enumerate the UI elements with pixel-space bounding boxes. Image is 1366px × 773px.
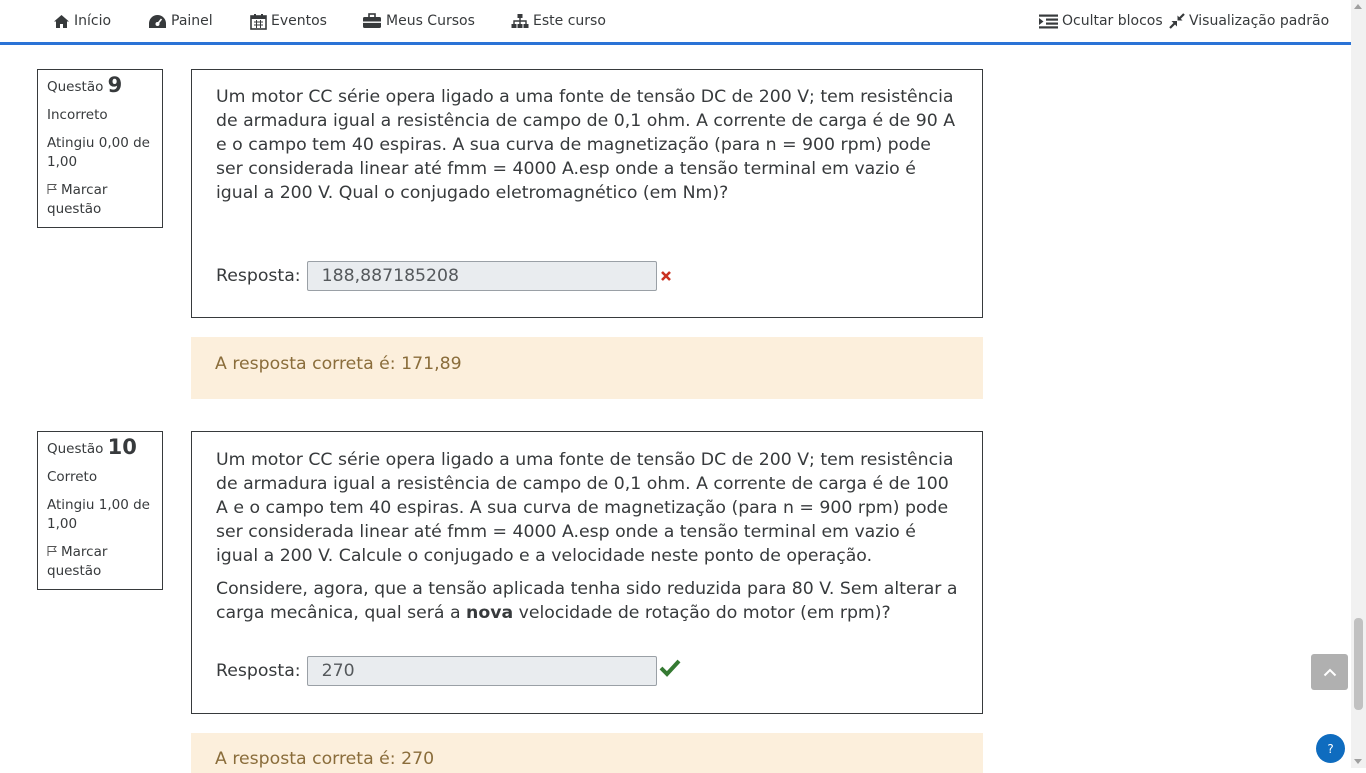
scroll-up-icon[interactable] <box>1354 4 1362 9</box>
nav-home-label: Início <box>74 13 112 29</box>
answer-row: Resposta: 188,887185208 <box>216 261 672 291</box>
flag-icon <box>47 546 57 556</box>
question-info-9: Questão 9 Incorreto Atingiu 0,00 de 1,00… <box>37 69 163 228</box>
question-number: Questão 9 <box>47 73 152 97</box>
page-scrollbar[interactable] <box>1351 0 1366 768</box>
question-number-value: 9 <box>107 73 123 97</box>
nav-dashboard[interactable]: Painel <box>148 11 213 31</box>
flag-question-link[interactable]: Marcar questão <box>47 543 152 581</box>
question-grade: Atingiu 0,00 de 1,00 <box>47 135 150 170</box>
question-text: Um motor CC série opera ligado a uma fon… <box>216 85 961 214</box>
indent-icon <box>1039 14 1058 28</box>
back-to-top-button[interactable] <box>1311 654 1348 690</box>
question-status: Incorreto <box>47 107 108 123</box>
nav-events-label: Eventos <box>271 13 327 29</box>
help-button[interactable]: ? <box>1316 734 1345 763</box>
question-content-9: Um motor CC série opera ligado a uma fon… <box>191 69 983 318</box>
sitemap-icon <box>511 14 529 28</box>
scroll-down-icon[interactable] <box>1354 759 1362 764</box>
question-text: Um motor CC série opera ligado a uma fon… <box>216 448 961 634</box>
answer-input[interactable]: 270 <box>306 656 657 686</box>
question-label: Questão <box>47 441 104 457</box>
question-label: Questão <box>47 79 104 95</box>
hide-blocks-label: Ocultar blocos <box>1062 13 1163 29</box>
briefcase-icon <box>363 13 381 28</box>
nav-this-course-label: Este curso <box>533 13 606 29</box>
question-text-bold: nova <box>466 603 514 623</box>
question-text-paragraph: Um motor CC série opera ligado a uma fon… <box>216 450 954 566</box>
question-text-tail: velocidade de rotação do motor (em rpm)? <box>513 603 891 623</box>
question-text-paragraph-2: Considere, agora, que a tensão aplicada … <box>216 577 961 625</box>
nav-home[interactable]: Início <box>53 11 111 31</box>
correct-answer-text: A resposta correta é: 270 <box>215 749 435 769</box>
top-navbar: Início Painel Eventos Meus Cursos Este c… <box>0 0 1351 45</box>
correct-answer-feedback-10: A resposta correta é: 270 <box>191 733 983 773</box>
dashboard-icon <box>149 14 166 28</box>
chevron-up-icon <box>1323 668 1336 676</box>
nav-dashboard-label: Painel <box>171 13 213 29</box>
question-status: Correto <box>47 469 98 485</box>
correct-answer-feedback-9: A resposta correta é: 171,89 <box>191 337 983 399</box>
calendar-icon <box>250 13 267 30</box>
question-text-paragraph: Um motor CC série opera ligado a uma fon… <box>216 87 956 203</box>
question-number: Questão 10 <box>47 435 152 459</box>
answer-row: Resposta: 270 <box>216 656 681 686</box>
flag-question-link[interactable]: Marcar questão <box>47 181 152 219</box>
nav-this-course[interactable]: Este curso <box>511 11 606 31</box>
correct-answer-text: A resposta correta é: 171,89 <box>215 354 462 374</box>
nav-my-courses-label: Meus Cursos <box>386 13 475 29</box>
check-icon <box>659 659 681 677</box>
home-icon <box>54 14 69 28</box>
cross-icon <box>660 271 671 281</box>
question-content-10: Um motor CC série opera ligado a uma fon… <box>191 431 983 714</box>
scroll-thumb[interactable] <box>1354 618 1363 710</box>
hide-blocks-link[interactable]: Ocultar blocos <box>1039 11 1163 31</box>
answer-label: Resposta: <box>216 266 301 286</box>
question-grade: Atingiu 1,00 de 1,00 <box>47 497 150 532</box>
compress-icon <box>1169 13 1185 29</box>
question-number-value: 10 <box>107 435 137 459</box>
question-info-10: Questão 10 Correto Atingiu 1,00 de 1,00 … <box>37 431 163 590</box>
standard-view-link[interactable]: Visualização padrão <box>1169 11 1329 31</box>
flag-icon <box>47 184 57 194</box>
answer-label: Resposta: <box>216 661 301 681</box>
answer-input[interactable]: 188,887185208 <box>306 261 657 291</box>
standard-view-label: Visualização padrão <box>1189 13 1330 29</box>
nav-events[interactable]: Eventos <box>250 11 327 31</box>
nav-my-courses[interactable]: Meus Cursos <box>362 11 475 31</box>
